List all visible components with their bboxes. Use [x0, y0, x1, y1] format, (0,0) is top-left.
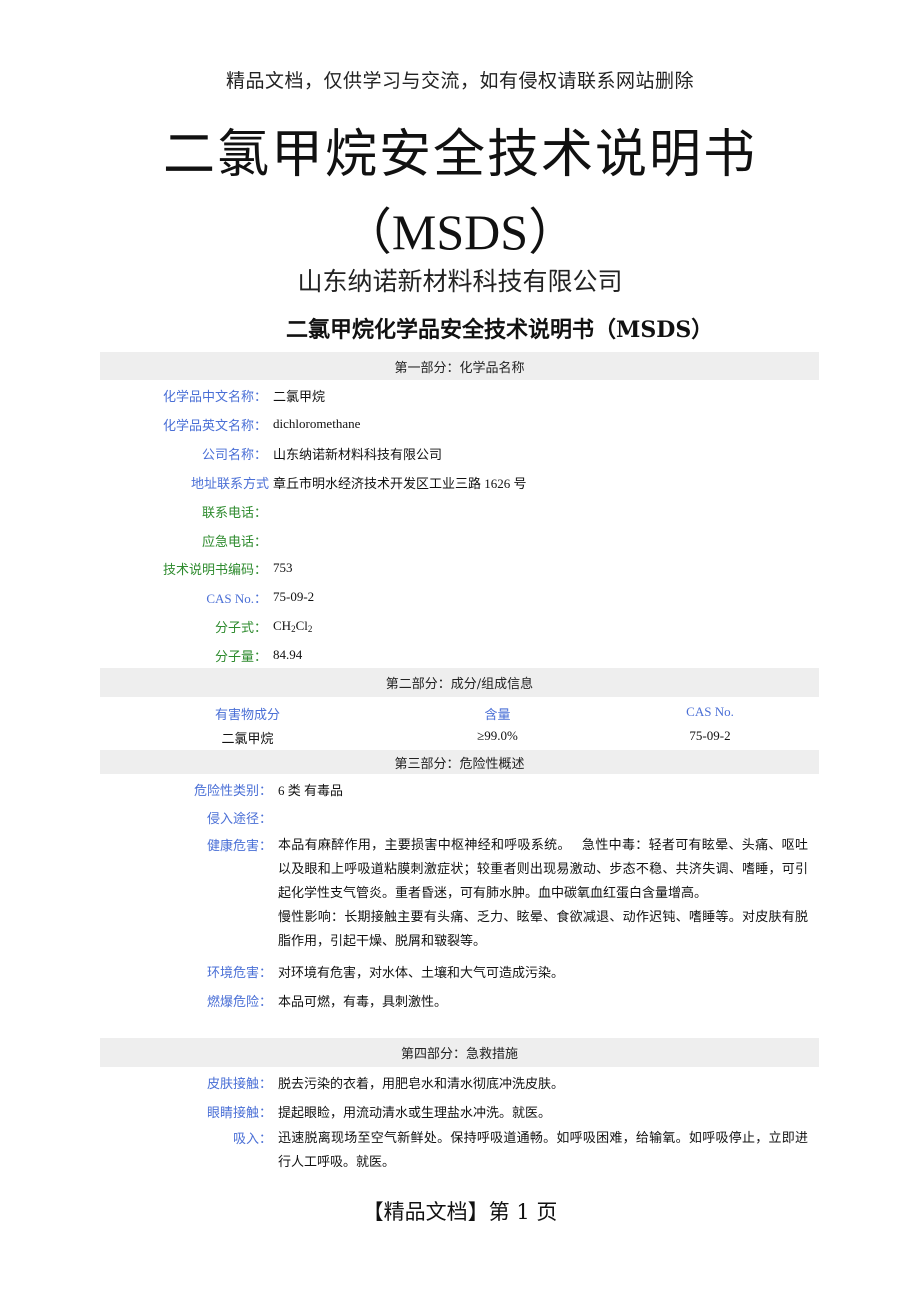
field-label: 应急电话： — [201, 534, 267, 550]
field-label: 吸入： — [232, 1132, 272, 1147]
field-value: 二氯甲烷 — [273, 388, 326, 404]
field-row-spec-code: 技术说明书编码： 753 — [100, 557, 820, 579]
field-label: 分子量： — [214, 649, 267, 665]
field-label: 公司名称： — [201, 447, 267, 463]
field-row-chinese-name: 化学品中文名称： 二氯甲烷 — [100, 384, 820, 406]
acute-effects-text: 本品有麻醉作用，主要损害中枢神经和呼吸系统。 急性中毒：轻者可有眩晕、头痛、呕吐… — [278, 838, 808, 901]
field-label: 皮肤接触： — [206, 1076, 272, 1092]
field-row-cas: CAS No.： 75-09-2 — [100, 586, 820, 608]
field-label: 地址联系方式 — [190, 476, 269, 492]
field-row-address: 地址联系方式 章丘市明水经济技术开发区工业三路 1626 号 — [100, 471, 820, 493]
page-footer: 【精品文档】第 1 页 — [362, 1200, 558, 1224]
column-header: 有害物成分 — [214, 708, 280, 723]
field-label: 眼睛接触： — [206, 1105, 272, 1121]
field-label: 化学品中文名称： — [162, 389, 267, 405]
field-value: 本品有麻醉作用，主要损害中枢神经和呼吸系统。 急性中毒：轻者可有眩晕、头痛、呕吐… — [278, 834, 808, 954]
field-value: 对环境有危害，对水体、土壤和大气可造成污染。 — [278, 964, 565, 980]
field-label: 分子式： — [214, 620, 267, 636]
composition-table-header: 有害物成分 含量 CAS No. — [100, 704, 820, 723]
field-row-company: 公司名称： 山东纳诺新材料科技有限公司 — [100, 442, 820, 464]
document-main-title: 二氯甲烷安全技术说明书 — [162, 125, 757, 185]
field-row-inhalation: 吸入： 迅速脱离现场至空气新鲜处。保持呼吸道通畅。如呼吸困难，给输氧。如呼吸停止… — [100, 1127, 820, 1175]
field-value: 脱去污染的衣着，用肥皂水和清水彻底冲洗皮肤。 — [278, 1075, 565, 1091]
field-row-formula: 分子式： CH2Cl2 — [100, 615, 820, 637]
section4-header: 第四部分：急救措施 — [100, 1038, 819, 1067]
section1-header: 第一部分：化学品名称 — [100, 352, 819, 380]
section2-header: 第二部分：成分/组成信息 — [100, 668, 819, 697]
section3-header: 第三部分：危险性概述 — [100, 750, 819, 774]
field-row-health-hazard: 健康危害： 本品有麻醉作用，主要损害中枢神经和呼吸系统。 急性中毒：轻者可有眩晕… — [100, 834, 820, 954]
field-value: dichloromethane — [273, 416, 361, 431]
field-value: 山东纳诺新材料科技有限公司 — [273, 446, 443, 462]
field-label: 联系电话： — [201, 505, 267, 521]
field-row-skin-contact: 皮肤接触： 脱去污染的衣着，用肥皂水和清水彻底冲洗皮肤。 — [100, 1071, 820, 1093]
document-subtitle: （MSDS） — [341, 204, 579, 260]
field-row-environment-hazard: 环境危害： 对环境有危害，对水体、土壤和大气可造成污染。 — [100, 960, 820, 982]
msds-table-title: 二氯甲烷化学品安全技术说明书（MSDS） — [286, 317, 714, 343]
field-row-emergency-phone: 应急电话： — [100, 529, 820, 551]
field-value: 提起眼睑，用流动清水或生理盐水冲洗。就医。 — [278, 1104, 552, 1120]
field-row-hazard-class: 危险性类别： 6 类 有毒品 — [100, 778, 820, 800]
field-label: 化学品英文名称： — [162, 418, 267, 434]
column-header: 含量 — [484, 708, 511, 723]
table-cell: 75-09-2 — [689, 728, 731, 743]
chronic-effects-text: 慢性影响：长期接触主要有头痛、乏力、眩晕、食欲减退、动作迟钝、嗜睡等。对皮肤有脱… — [278, 910, 808, 949]
field-row-molecular-weight: 分子量： 84.94 — [100, 644, 820, 666]
watermark-text: 精品文档，仅供学习与交流，如有侵权请联系网站删除 — [225, 70, 694, 92]
field-label: 环境危害： — [206, 965, 272, 981]
table-cell: ≥99.0% — [477, 728, 518, 743]
field-value: 753 — [273, 560, 293, 575]
table-row: 二氯甲烷 ≥99.0% 75-09-2 — [100, 728, 820, 747]
field-row-phone: 联系电话： — [100, 500, 820, 522]
company-name: 山东纳诺新材料科技有限公司 — [297, 267, 623, 296]
field-row-entry-route: 侵入途径： — [100, 806, 820, 828]
field-value: 75-09-2 — [273, 589, 315, 604]
field-value: 本品可燃，有毒，具刺激性。 — [278, 993, 448, 1009]
field-label: 健康危害： — [206, 839, 272, 854]
field-label: 燃爆危险： — [206, 994, 272, 1010]
table-cell: 二氯甲烷 — [221, 732, 274, 747]
field-value: 迅速脱离现场至空气新鲜处。保持呼吸道通畅。如呼吸困难，给输氧。如呼吸停止，立即进… — [278, 1131, 808, 1170]
field-label: 侵入途径： — [206, 811, 272, 827]
field-value: 章丘市明水经济技术开发区工业三路 1626 号 — [273, 475, 527, 491]
field-value: 84.94 — [273, 647, 303, 662]
field-label: 危险性类别： — [193, 783, 272, 799]
column-header: CAS No. — [686, 704, 734, 719]
field-value: 6 类 有毒品 — [278, 782, 344, 798]
field-label: CAS No.： — [206, 590, 267, 606]
field-label: 技术说明书编码： — [162, 562, 267, 578]
field-row-fire-explosion-hazard: 燃爆危险： 本品可燃，有毒，具刺激性。 — [100, 989, 820, 1011]
field-row-eye-contact: 眼睛接触： 提起眼睑，用流动清水或生理盐水冲洗。就医。 — [100, 1100, 820, 1122]
field-row-english-name: 化学品英文名称： dichloromethane — [100, 413, 820, 435]
molecular-formula: CH2Cl2 — [273, 618, 313, 634]
